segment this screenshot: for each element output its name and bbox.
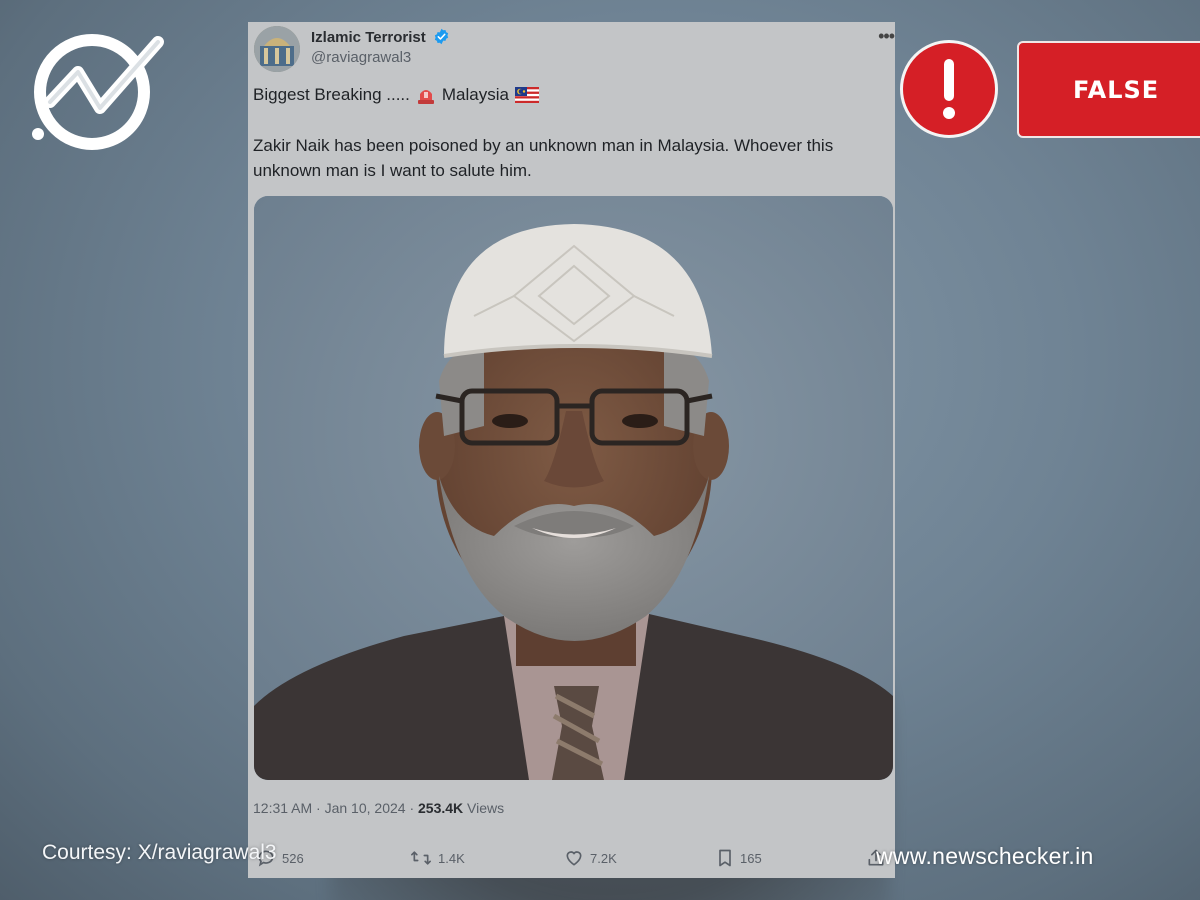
tweet-display-name[interactable]: Izlamic Terrorist [311, 28, 450, 46]
bookmark-icon [716, 848, 734, 868]
headline-country: Malaysia [441, 85, 509, 104]
tweet-body: Zakir Naik has been poisoned by an unkno… [253, 136, 834, 180]
display-name-text: Izlamic Terrorist [311, 29, 426, 46]
avatar[interactable] [254, 26, 300, 72]
malaysia-flag-icon [514, 87, 539, 103]
tweet-headline: Biggest Breaking ..... Malaysia [253, 85, 539, 105]
bookmark-count: 165 [740, 850, 762, 866]
reply-count: 526 [282, 850, 304, 866]
heart-icon [564, 848, 584, 868]
headline-prefix: Biggest Breaking ..... [253, 85, 410, 104]
bookmark-button[interactable]: 165 [716, 848, 762, 868]
tweet-card: Izlamic Terrorist @raviagrawal3 ••• Bigg… [248, 22, 895, 878]
like-count: 7.2K [590, 850, 617, 866]
verified-badge-icon [433, 28, 450, 45]
views-label: Views [467, 800, 505, 816]
verdict-badge: FALSE [1017, 41, 1200, 138]
repost-count: 1.4K [438, 850, 465, 866]
repost-button[interactable]: 1.4K [410, 848, 465, 868]
verdict-label: FALSE [1073, 75, 1160, 104]
more-options-icon[interactable]: ••• [878, 26, 895, 47]
fact-check-card: FALSE Izlamic Terrorist @raviagrawal3 ••… [0, 0, 1200, 900]
tweet-handle[interactable]: @raviagrawal3 [311, 49, 411, 66]
website-url: www.newschecker.in [876, 843, 1094, 869]
tweet-header: Izlamic Terrorist @raviagrawal3 ••• [248, 22, 895, 92]
rotating-light-icon [416, 86, 436, 104]
like-button[interactable]: 7.2K [564, 848, 617, 868]
exclamation-icon [900, 40, 998, 138]
repost-icon [410, 848, 432, 868]
tweet-meta: 12:31 AM · Jan 10, 2024 · 253.4K Views [253, 800, 504, 816]
newschecker-logo-icon [28, 30, 168, 150]
tweet-actions: 526 1.4K 7.2K 165 [248, 848, 895, 872]
courtesy-caption: Courtesy: X/raviagrawal3 [42, 841, 277, 864]
views-count: 253.4K [418, 800, 464, 816]
portrait-photo-image[interactable] [254, 196, 893, 780]
tweet-timestamp[interactable]: 12:31 AM · Jan 10, 2024 · [253, 800, 418, 816]
